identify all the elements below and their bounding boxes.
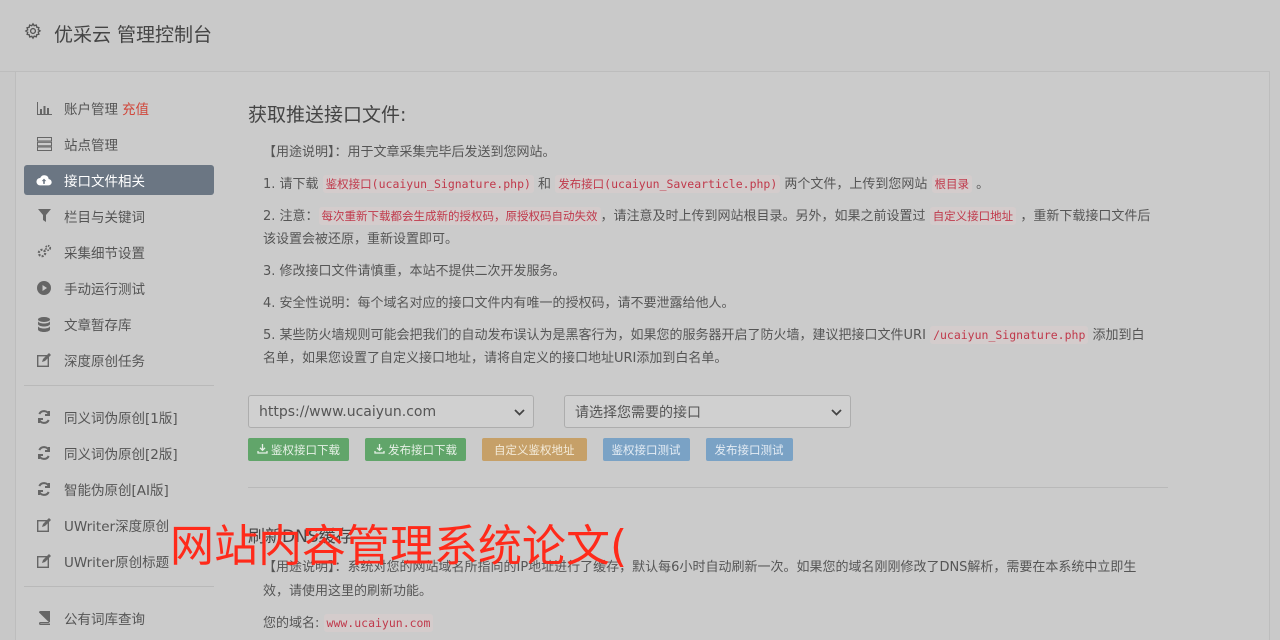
sidebar-item-label: 同义词伪原创[2版] (64, 447, 178, 463)
chevron-down-icon (831, 404, 842, 420)
domain-value: www.ucaiyun.com (323, 614, 434, 632)
scrollbar[interactable] (1270, 0, 1280, 640)
code-publish-file: 发布接口(ucaiyun_Savearticle.php) (555, 175, 781, 193)
download-icon (257, 443, 268, 457)
sidebar-item-label: 文章暂存库 (64, 318, 132, 334)
sidebar-item-account[interactable]: 账户管理 充值 (24, 93, 214, 123)
sidebar-item-label: 账户管理 (64, 102, 118, 118)
edit-icon (36, 517, 52, 533)
custom-auth-button[interactable]: 自定义鉴权地址 (482, 438, 587, 461)
site-select-value: https://www.ucaiyun.com (259, 403, 437, 420)
play-icon (36, 280, 52, 296)
usage-note: 【用途说明】：用于文章采集完毕后发送到您网站。 (263, 145, 556, 160)
main-content: 获取推送接口文件: 【用途说明】：用于文章采集完毕后发送到您网站。 1. 请下载… (248, 100, 1168, 379)
sidebar-divider (24, 385, 214, 386)
sidebar-item-synonym-v2[interactable]: 同义词伪原创[2版] (24, 438, 214, 468)
api-select[interactable]: 请选择您需要的接口 (564, 395, 851, 428)
sidebar-item-label: 公有词库查询 (64, 612, 145, 628)
sidebar-item-sites[interactable]: 站点管理 (24, 129, 214, 159)
sidebar-item-columns-keywords[interactable]: 栏目与关键词 (24, 201, 214, 231)
instruction-2: 2. 注意： 每次重新下载都会生成新的授权码，原授权码自动失效 ，请注意及时上传到网… (263, 205, 1153, 251)
cogs-icon (36, 244, 52, 260)
refresh-icon (36, 409, 52, 425)
download-icon (374, 443, 385, 457)
instruction-3: 3. 修改接口文件请慎重，本站不提供二次开发服务。 (263, 264, 566, 279)
button-label: 发布接口测试 (714, 442, 784, 457)
sidebar-item-ai-rewrite[interactable]: 智能伪原创[AI版] (24, 474, 214, 504)
chevron-down-icon (514, 404, 525, 420)
sidebar-item-label: 手动运行测试 (64, 282, 145, 298)
refresh-icon (36, 481, 52, 497)
publish-download-button[interactable]: 发布接口下载 (365, 438, 466, 461)
sidebar-item-label: UWriter原创标题 (64, 555, 170, 571)
top-header: 优采云 管理控制台 (0, 0, 1280, 72)
text: 和 (533, 177, 556, 192)
text: 5. 某些防火墙规则可能会把我们的自动发布误认为是黑客行为，如果您的服务器开启了… (263, 328, 931, 343)
sidebar-item-label: UWriter深度原创 (64, 519, 170, 535)
domain-label: 您的域名: (263, 616, 320, 631)
cloud-upload-icon (36, 172, 52, 188)
code-warning: 每次重新下载都会生成新的授权码，原授权码自动失效 (318, 207, 601, 225)
text: ，请注意及时上传到网站根目录。另外，如果之前设置过 (600, 209, 930, 224)
sidebar-item-label: 采集细节设置 (64, 246, 145, 262)
code-custom-url: 自定义接口地址 (929, 207, 1017, 225)
sidebar-item-label: 接口文件相关 (64, 174, 145, 190)
sidebar-item-label: 深度原创任务 (64, 354, 145, 370)
sidebar-divider (24, 586, 214, 587)
instruction-1: 1. 请下载 鉴权接口(ucaiyun_Signature.php) 和 发布接… (263, 173, 1153, 196)
edit-icon (36, 352, 52, 368)
sidebar-item-label: 栏目与关键词 (64, 210, 145, 226)
button-label: 鉴权接口下载 (271, 442, 340, 457)
sidebar-item-public-lexicon[interactable]: 公有词库查询 (24, 603, 214, 633)
sidebar-item-deep-original[interactable]: 深度原创任务 (24, 345, 214, 375)
bar-chart-icon (36, 100, 52, 116)
sidebar-item-article-store[interactable]: 文章暂存库 (24, 309, 214, 339)
server-icon (36, 136, 52, 152)
sidebar-item-label: 智能伪原创[AI版] (64, 483, 169, 499)
select-row: https://www.ucaiyun.com 请选择您需要的接口 (248, 395, 851, 428)
sidebar-item-label: 站点管理 (64, 138, 118, 154)
text: 两个文件，上传到您网站 (780, 177, 932, 192)
overlay-caption: 网站内容管理系统论文( (170, 521, 628, 572)
domain-line: 您的域名: www.ucaiyun.com (263, 612, 434, 632)
site-select[interactable]: https://www.ucaiyun.com (248, 395, 534, 428)
api-select-value: 请选择您需要的接口 (575, 404, 701, 421)
text: 2. 注意： (263, 209, 319, 224)
edit-icon (36, 553, 52, 569)
recharge-link[interactable]: 充值 (122, 98, 149, 118)
instruction-4: 4. 安全性说明：每个域名对应的接口文件内有唯一的授权码，请不要泄露给他人。 (263, 296, 735, 311)
auth-download-button[interactable]: 鉴权接口下载 (248, 438, 349, 461)
sidebar-item-manual-test[interactable]: 手动运行测试 (24, 273, 214, 303)
sidebar-item-collect-settings[interactable]: 采集细节设置 (24, 237, 214, 267)
filter-icon (36, 208, 52, 224)
sidebar-item-label: 同义词伪原创[1版] (64, 411, 178, 427)
text: 。 (972, 177, 990, 192)
gear-icon[interactable] (24, 22, 42, 40)
button-label: 自定义鉴权地址 (494, 442, 575, 457)
sidebar-item-api-files[interactable]: 接口文件相关 (24, 165, 214, 195)
text: 1. 请下载 (263, 177, 323, 192)
button-row: 鉴权接口下载 发布接口下载 自定义鉴权地址 鉴权接口测试 发布接口测试 (248, 438, 809, 461)
refresh-icon (36, 445, 52, 461)
section-title: 获取推送接口文件: (248, 104, 407, 126)
sidebar-item-synonym-v1[interactable]: 同义词伪原创[1版] (24, 402, 214, 432)
code-root-dir: 根目录 (931, 175, 973, 193)
database-icon (36, 316, 52, 332)
section-divider (248, 487, 1168, 488)
button-label: 鉴权接口测试 (611, 442, 681, 457)
code-auth-file: 鉴权接口(ucaiyun_Signature.php) (322, 175, 534, 193)
instruction-5: 5. 某些防火墙规则可能会把我们的自动发布误认为是黑客行为，如果您的服务器开启了… (263, 324, 1153, 370)
console-title: 优采云 管理控制台 (54, 24, 213, 46)
auth-test-button[interactable]: 鉴权接口测试 (602, 438, 690, 461)
publish-test-button[interactable]: 发布接口测试 (705, 438, 793, 461)
button-label: 发布接口下载 (388, 442, 457, 457)
book-icon (36, 610, 52, 626)
code-uri: /ucaiyun_Signature.php (930, 326, 1089, 344)
